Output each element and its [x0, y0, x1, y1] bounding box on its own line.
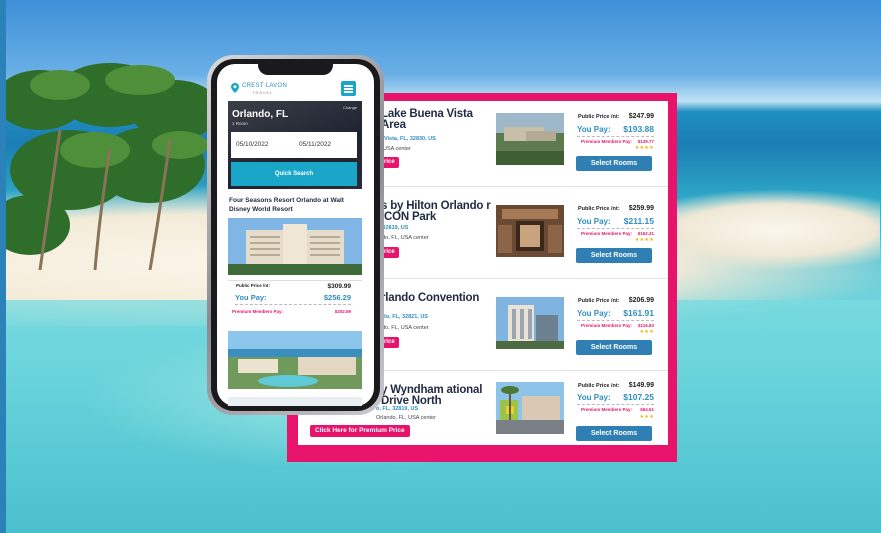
- premium-label: Premium Members Pay:: [581, 407, 633, 412]
- hotel-name[interactable]: rlando Convention: [381, 292, 496, 304]
- select-rooms-button[interactable]: Select Rooms: [576, 156, 652, 171]
- premium-label: Premium Members Pay:: [581, 323, 633, 328]
- price-divider: [577, 320, 654, 321]
- hotel-photo[interactable]: [228, 331, 362, 389]
- premium-value: $202.59: [334, 309, 351, 314]
- left-edge: [0, 0, 6, 533]
- phone-notch: [258, 62, 333, 75]
- star-rating: ★★★: [639, 414, 654, 420]
- select-rooms-button[interactable]: Select Rooms: [576, 426, 652, 441]
- hotel-address: o, FL, 32819, US: [376, 406, 419, 412]
- hotel-name[interactable]: Four Seasons Resort Orlando at Walt Disn…: [229, 196, 359, 214]
- premium-value: $139.77: [637, 139, 654, 144]
- brand-logo[interactable]: CREST LAVON: [242, 83, 287, 89]
- premium-members-price: Premium Members Pay: $64.51: [581, 407, 654, 412]
- change-link[interactable]: Change: [343, 105, 357, 110]
- you-pay-price: $161.91: [623, 308, 654, 318]
- hotel-name[interactable]: y Wyndham ational Drive North: [381, 384, 496, 407]
- public-price-label: Public Price /nt:: [236, 283, 271, 288]
- hamburger-menu-icon[interactable]: [341, 81, 356, 96]
- checkout-date-field[interactable]: 05/11/2022: [294, 132, 357, 158]
- hotel-photo[interactable]: [496, 113, 564, 165]
- you-pay-label: You Pay:: [235, 293, 267, 302]
- premium-price-button[interactable]: Click Here for Premium Price: [310, 425, 410, 437]
- premium-label: Premium Members Pay:: [581, 139, 633, 144]
- premium-members-price: Premium Members Pay: $162.31: [581, 231, 654, 236]
- premium-value: $64.51: [640, 407, 654, 412]
- hotel-photo[interactable]: [496, 205, 564, 257]
- you-pay-price: $193.88: [623, 124, 654, 134]
- price-divider: [577, 404, 654, 405]
- brand-tagline: TRAVEL: [252, 90, 274, 95]
- price-divider: [235, 304, 351, 305]
- hotel-city: Orlando, FL, USA center: [376, 415, 436, 421]
- quick-search-button[interactable]: Quick Search: [231, 162, 357, 186]
- hotel-name[interactable]: Lake Buena Vista Area: [381, 108, 496, 131]
- destination-city[interactable]: Orlando, FL: [232, 109, 288, 120]
- hotel-photo[interactable]: [228, 218, 362, 275]
- room-count: 1 Room: [232, 121, 248, 126]
- hotel-photo[interactable]: [496, 297, 564, 349]
- you-pay-price: $211.15: [623, 216, 654, 226]
- public-price: $149.99: [628, 382, 654, 389]
- bottom-strip: [228, 397, 362, 406]
- divider: [228, 280, 362, 281]
- hotel-name[interactable]: s by Hilton Orlando r ICON Park: [381, 200, 496, 223]
- select-rooms-button[interactable]: Select Rooms: [576, 340, 652, 355]
- public-price: $309.99: [327, 283, 352, 290]
- price-divider: [577, 228, 654, 229]
- star-rating: ★★★★: [634, 237, 654, 243]
- star-rating: ★★★★: [634, 145, 654, 151]
- palm-trees: [0, 63, 215, 270]
- premium-value: $116.83: [637, 323, 654, 328]
- premium-label: Premium Members Pay:: [232, 309, 284, 314]
- you-pay-price: $256.29: [323, 293, 351, 302]
- premium-members-price: Premium Members Pay: $116.83: [581, 323, 654, 328]
- price-divider: [577, 136, 654, 137]
- premium-label: Premium Members Pay:: [581, 231, 633, 236]
- you-pay-price: $107.25: [623, 392, 654, 402]
- star-rating: ★★★: [639, 329, 654, 335]
- select-rooms-button[interactable]: Select Rooms: [576, 248, 652, 263]
- hotel-address: na Vista, FL, 32830, US: [376, 136, 436, 142]
- hotel-photo[interactable]: [496, 382, 564, 434]
- checkin-date-field[interactable]: 05/10/2022: [231, 132, 294, 158]
- public-price: $247.99: [628, 113, 654, 120]
- public-price: $259.99: [628, 205, 654, 212]
- location-pin-icon: [231, 83, 239, 93]
- premium-members-price: Premium Members Pay: $139.77: [581, 139, 654, 144]
- premium-value: $162.31: [637, 231, 654, 236]
- public-price: $206.99: [628, 297, 654, 304]
